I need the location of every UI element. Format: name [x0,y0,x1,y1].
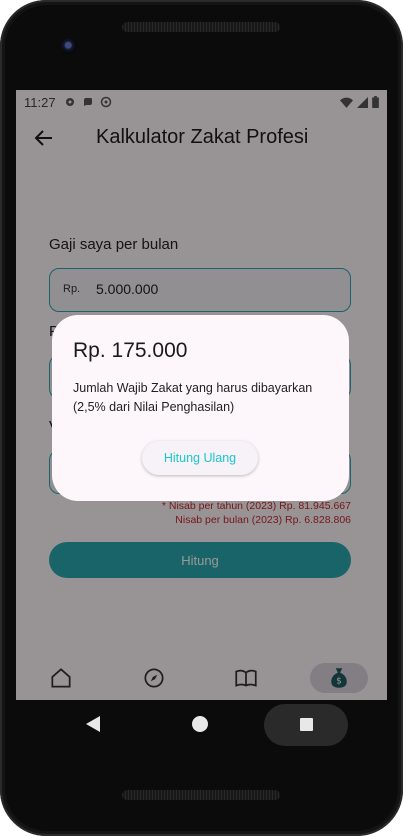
system-recents-icon[interactable] [300,718,313,731]
result-dialog: Rp. 175.000 Jumlah Wajib Zakat yang haru… [52,315,349,501]
device-frame: 11:27 Kalkulator Zakat Profesi Gaji saya… [0,0,403,836]
system-home-icon[interactable] [192,716,208,732]
system-back-icon[interactable] [86,716,100,732]
system-navigation-bar [16,700,387,752]
zakat-description: Jumlah Wajib Zakat yang harus dibayarkan… [73,381,313,414]
recalculate-button[interactable]: Hitung Ulang [142,441,258,475]
bottom-speaker [122,790,280,800]
top-speaker [122,22,280,32]
camera-lens [61,38,77,54]
screen: 11:27 Kalkulator Zakat Profesi Gaji saya… [16,90,387,750]
zakat-amount: Rp. 175.000 [73,339,188,362]
